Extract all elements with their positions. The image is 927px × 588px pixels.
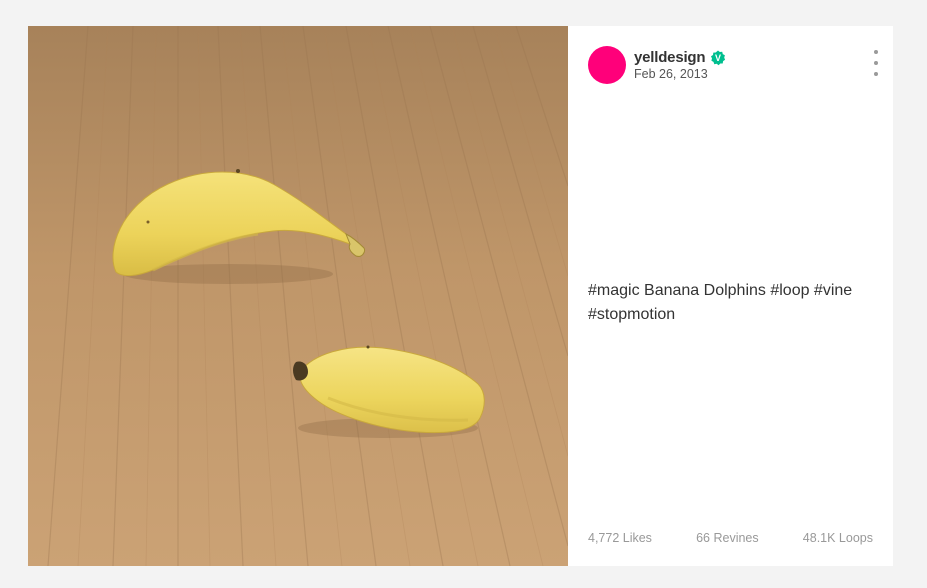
dot: [874, 61, 878, 65]
revines-count[interactable]: 66 Revines: [696, 531, 759, 545]
post-stats: 4,772 Likes 66 Revines 48.1K Loops: [588, 531, 873, 545]
banana-image: [28, 26, 568, 566]
name-row: yelldesign V: [634, 49, 726, 66]
more-options-icon[interactable]: [871, 50, 881, 76]
likes-count[interactable]: 4,772 Likes: [588, 531, 652, 545]
avatar[interactable]: [588, 46, 626, 84]
post-description: #magic Banana Dolphins #loop #vine #stop…: [588, 282, 853, 323]
post-header: yelldesign V Feb 26, 2013: [588, 46, 726, 84]
svg-text:V: V: [715, 53, 721, 63]
username[interactable]: yelldesign: [634, 49, 706, 66]
author-meta: yelldesign V Feb 26, 2013: [634, 49, 726, 81]
verified-badge-icon: V: [710, 50, 726, 66]
post-card: yelldesign V Feb 26, 2013 #magic Banana …: [28, 26, 893, 566]
video-thumbnail[interactable]: [28, 26, 568, 566]
post-date: Feb 26, 2013: [634, 67, 708, 81]
loops-count: 48.1K Loops: [802, 531, 873, 545]
post-details-panel: yelldesign V Feb 26, 2013 #magic Banana …: [568, 26, 893, 566]
dot: [874, 72, 878, 76]
dot: [874, 50, 878, 54]
